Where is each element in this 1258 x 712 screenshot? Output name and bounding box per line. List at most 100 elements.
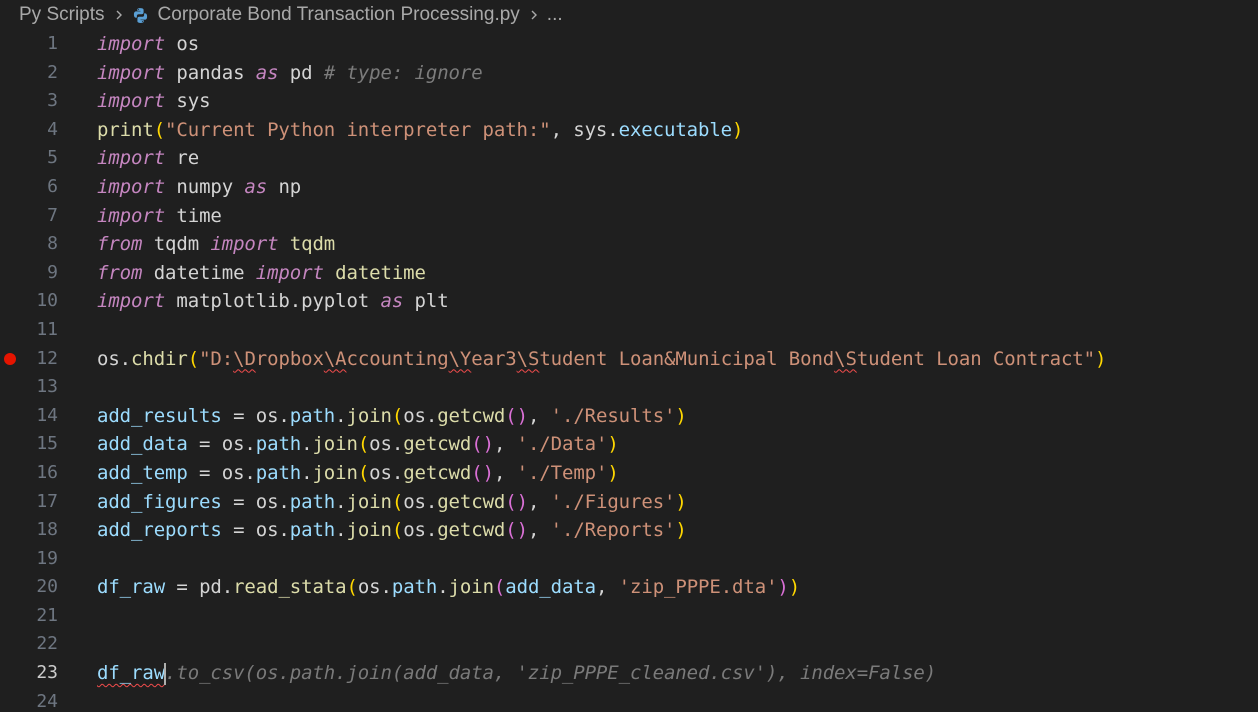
line-text[interactable]: import time (97, 202, 222, 231)
code-token: as (244, 175, 268, 198)
breadcrumb-file[interactable]: Corporate Bond Transaction Processing.py (158, 4, 520, 26)
code-line[interactable]: 21 (0, 602, 1258, 631)
code-line[interactable]: 16 add_temp = os.path.join(os.getcwd(), '… (0, 459, 1258, 488)
line-number[interactable]: 1 (0, 30, 58, 59)
code-token: as (255, 61, 279, 84)
code-token: import (97, 90, 166, 113)
line-number[interactable]: 6 (0, 173, 58, 202)
code-token: = os. (187, 461, 256, 484)
code-line[interactable]: 14 add_results = os.path.join(os.getcwd()… (0, 402, 1258, 431)
line-number[interactable]: 11 (0, 316, 58, 345)
code-token: add_data (97, 433, 188, 456)
code-token: ) (777, 576, 789, 599)
code-token: ( (357, 461, 370, 484)
line-number[interactable]: 21 (0, 602, 58, 631)
line-number[interactable]: 15 (0, 430, 58, 459)
code-line[interactable]: 9 from datetime import datetime (0, 259, 1258, 288)
code-editor[interactable]: Py Scripts Corporate Bond Transaction Pr… (0, 0, 1258, 712)
line-text[interactable]: import matplotlib.pyplot as plt (97, 287, 449, 316)
code-token: import (97, 204, 166, 227)
line-text[interactable]: add_figures = os.path.join(os.getcwd(), … (97, 488, 687, 517)
line-number[interactable]: 19 (0, 545, 58, 574)
code-token: getcwd (437, 519, 506, 542)
line-number[interactable]: 16 (0, 459, 58, 488)
code-token: pandas (165, 61, 256, 84)
code-line[interactable]: 5 import re (0, 144, 1258, 173)
breadcrumb-folder[interactable]: Py Scripts (19, 4, 105, 26)
code-line[interactable]: 24 (0, 688, 1258, 712)
code-token: tudent Loan&Municipal Bond (539, 347, 835, 370)
code-token: './Reports' (550, 519, 676, 542)
line-text[interactable]: add_reports = os.path.join(os.getcwd(), … (97, 516, 687, 545)
line-number[interactable]: 14 (0, 402, 58, 431)
line-number[interactable]: 12 (0, 345, 58, 374)
code-line[interactable]: 12 os.chdir("D:\Dropbox\Accounting\Year3\… (0, 345, 1258, 374)
code-token: getcwd (437, 490, 506, 513)
code-line[interactable]: 15 add_data = os.path.join(os.getcwd(), '… (0, 430, 1258, 459)
line-number[interactable]: 2 (0, 59, 58, 88)
line-number[interactable]: 18 (0, 516, 58, 545)
line-number[interactable]: 22 (0, 630, 58, 659)
line-text[interactable]: df_raw = pd.read_stata(os.path.join(add_… (97, 573, 800, 602)
line-text[interactable]: import pandas as pd # type: ignore (97, 59, 483, 88)
code-token: read_stata (233, 576, 347, 599)
line-text[interactable]: from tqdm import tqdm (97, 230, 335, 259)
line-text[interactable]: add_results = os.path.join(os.getcwd(), … (97, 402, 687, 431)
code-token: ( (346, 576, 358, 599)
line-text[interactable]: import re (97, 144, 199, 173)
line-text[interactable]: add_temp = os.path.join(os.getcwd(), './… (97, 459, 619, 488)
code-line[interactable]: 13 (0, 373, 1258, 402)
line-number[interactable]: 7 (0, 202, 58, 231)
code-line[interactable]: 7 import time (0, 202, 1258, 231)
code-token: print (97, 118, 154, 141)
line-text[interactable]: from datetime import datetime (97, 259, 426, 288)
code-line[interactable]: 1 import os (0, 30, 1258, 59)
line-number[interactable]: 13 (0, 373, 58, 402)
code-token: os. (403, 404, 438, 427)
code-line[interactable]: 18 add_reports = os.path.join(os.getcwd()… (0, 516, 1258, 545)
code-token: , (493, 461, 517, 484)
line-text[interactable]: import numpy as np (97, 173, 301, 202)
code-line[interactable]: 4 print("Current Python interpreter path:… (0, 116, 1258, 145)
line-text[interactable]: print("Current Python interpreter path:"… (97, 116, 743, 145)
code-token: tqdm (142, 233, 211, 256)
line-text[interactable]: add_data = os.path.join(os.getcwd(), './… (97, 430, 619, 459)
code-token: # type: ignore (323, 61, 483, 84)
code-token: . (301, 461, 313, 484)
code-line[interactable]: 20 df_raw = pd.read_stata(os.path.join(ad… (0, 573, 1258, 602)
line-text[interactable]: import sys (97, 87, 211, 116)
line-text[interactable]: df_raw.to_csv(os.path.join(add_data, 'zi… (97, 659, 936, 688)
code-token: "Current Python interpreter path:" (165, 118, 551, 141)
line-number[interactable]: 8 (0, 230, 58, 259)
code-line[interactable]: 19 (0, 545, 1258, 574)
code-line[interactable]: 2 import pandas as pd # type: ignore (0, 59, 1258, 88)
code-line[interactable]: 8 from tqdm import tqdm (0, 230, 1258, 259)
code-token: . (301, 433, 313, 456)
line-number[interactable]: 5 (0, 144, 58, 173)
line-text[interactable]: import os (97, 30, 199, 59)
code-token: datetime (142, 261, 256, 284)
code-token: join (346, 404, 392, 427)
line-number[interactable]: 17 (0, 488, 58, 517)
line-text[interactable]: os.chdir("D:\Dropbox\Accounting\Year3\St… (97, 345, 1106, 374)
line-number[interactable]: 23 (0, 659, 58, 688)
line-number[interactable]: 20 (0, 573, 58, 602)
code-token: ) (732, 118, 744, 141)
line-number[interactable]: 4 (0, 116, 58, 145)
code-token: os. (403, 519, 438, 542)
line-number[interactable]: 3 (0, 87, 58, 116)
line-number[interactable]: 24 (0, 688, 58, 712)
code-line[interactable]: 22 (0, 630, 1258, 659)
line-number[interactable]: 10 (0, 287, 58, 316)
breadcrumb-more[interactable]: ... (547, 4, 563, 26)
code-lines[interactable]: 1 import os 2 import pandas as pd # type: i… (0, 30, 1258, 712)
code-line[interactable]: 3 import sys (0, 87, 1258, 116)
code-token: , (527, 490, 551, 513)
code-line[interactable]: 10 import matplotlib.pyplot as plt (0, 287, 1258, 316)
line-number[interactable]: 9 (0, 259, 58, 288)
code-token: datetime (323, 261, 426, 284)
code-line[interactable]: 6 import numpy as np (0, 173, 1258, 202)
code-line[interactable]: 17 add_figures = os.path.join(os.getcwd()… (0, 488, 1258, 517)
code-line[interactable]: 11 (0, 316, 1258, 345)
code-line[interactable]: 23 df_raw.to_csv(os.path.join(add_data, '… (0, 659, 1258, 688)
